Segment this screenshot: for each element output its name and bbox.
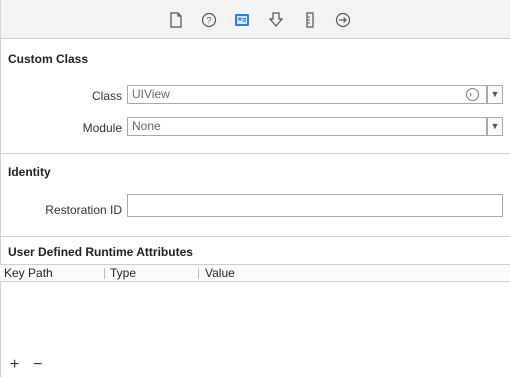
section-divider [0,236,510,237]
identity-header: Identity [8,165,51,179]
column-header-type[interactable]: Type [110,266,136,281]
class-label: Class [91,89,122,103]
column-divider[interactable] [104,268,105,279]
help-icon[interactable]: ? [200,11,218,29]
column-header-key-path[interactable]: Key Path [4,266,53,281]
module-dropdown-button[interactable]: ▼ [487,117,503,136]
add-attribute-button[interactable]: + [10,357,19,373]
file-icon[interactable] [167,11,185,29]
module-field[interactable]: None [127,117,487,136]
size-icon[interactable] [301,11,319,29]
connections-icon[interactable] [334,11,352,29]
column-divider[interactable] [198,268,199,279]
attributes-icon[interactable] [267,11,285,29]
custom-class-header: Custom Class [8,52,89,66]
runtime-attributes-table-header: Key Path Type Value [0,264,510,282]
inspector-toolbar: ? [0,0,510,377]
class-navigate-arrow-icon[interactable]: › [466,88,479,101]
section-divider [0,153,510,154]
restoration-id-field[interactable] [127,194,503,217]
remove-attribute-button[interactable]: − [33,357,42,373]
identity-icon[interactable] [233,11,251,29]
class-dropdown-button[interactable]: ▼ [487,85,503,104]
module-label: Module [82,121,122,135]
class-field[interactable]: UIView [127,85,487,104]
column-header-value[interactable]: Value [205,266,235,281]
runtime-attributes-header: User Defined Runtime Attributes [8,245,193,259]
restoration-id-label: Restoration ID [45,203,122,217]
svg-text:?: ? [206,16,211,26]
runtime-attributes-table-body[interactable] [0,282,510,352]
